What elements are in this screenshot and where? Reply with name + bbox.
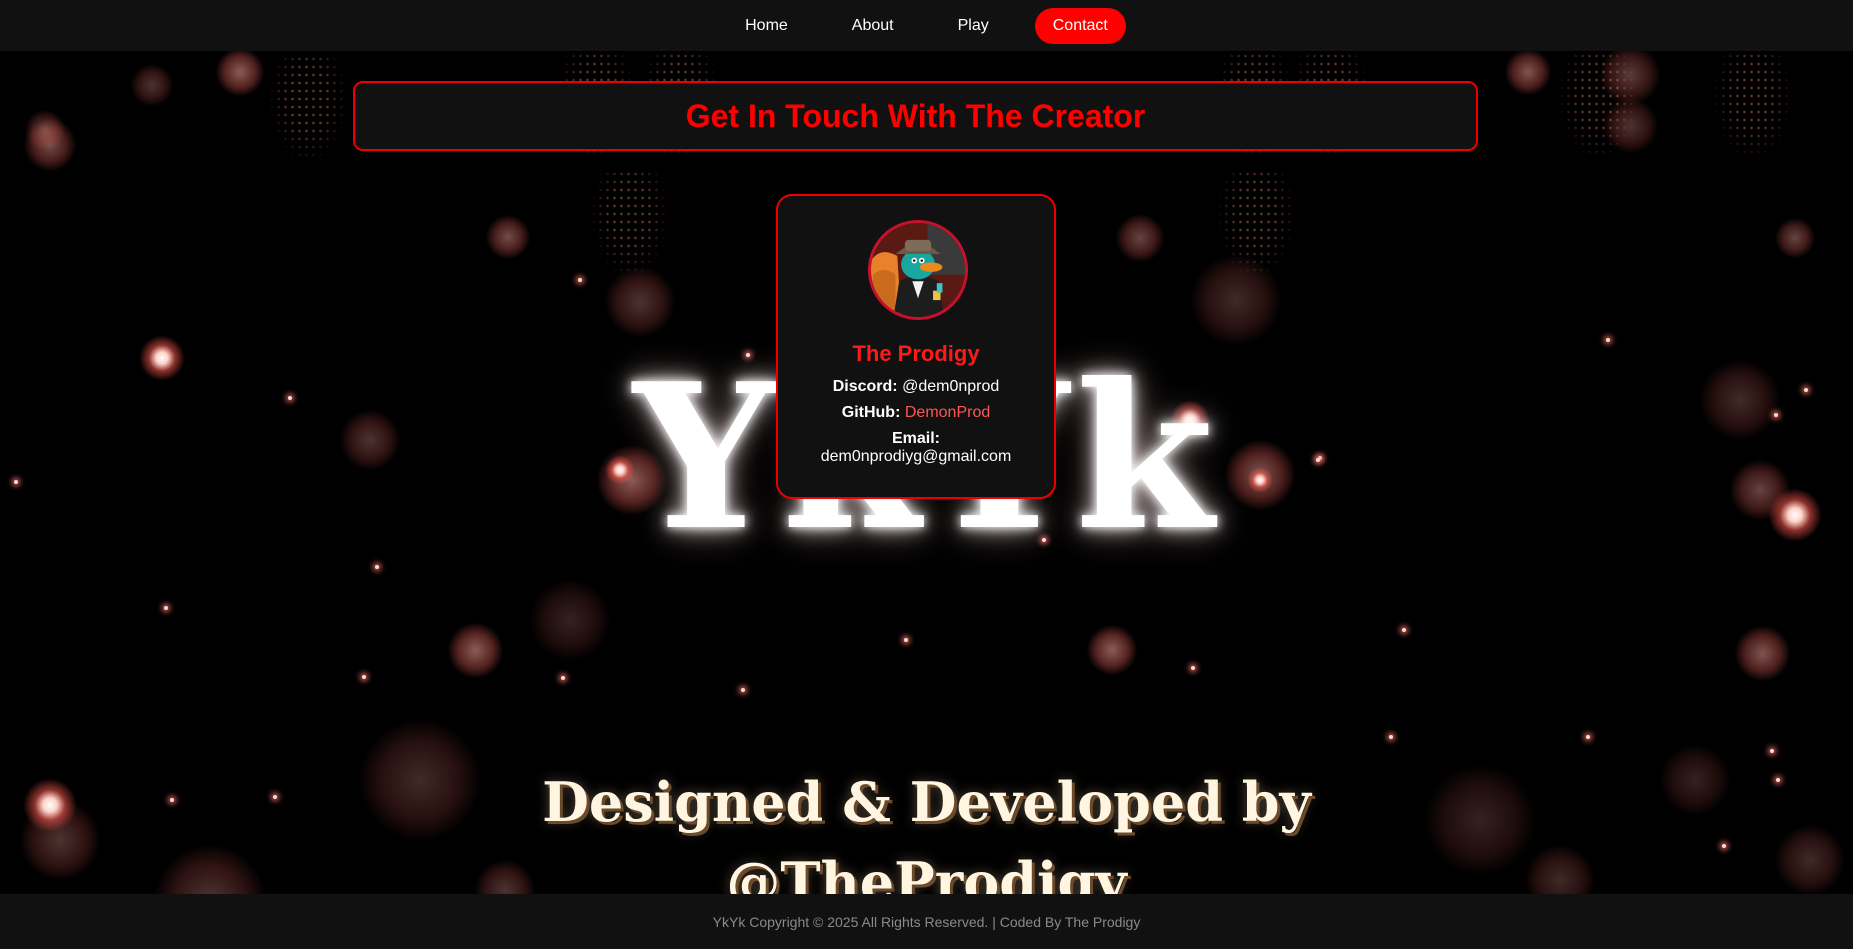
discord-value: @dem0nprod [902, 378, 1000, 395]
bokeh-orb [1505, 49, 1551, 95]
bokeh-orb [131, 64, 173, 106]
discord-label: Discord: [832, 378, 898, 395]
discord-row: Discord: @dem0nprod [778, 378, 1054, 396]
bokeh-orb [1734, 625, 1790, 681]
particle-cluster [1713, 52, 1793, 162]
email-row: Email: dem0nprodiyg@gmail.com [778, 430, 1054, 466]
twinkle-star [1402, 628, 1406, 632]
twinkle-star [1586, 735, 1590, 739]
twinkle-star [1191, 666, 1195, 670]
bokeh-orb [1116, 214, 1164, 262]
particle-cluster [268, 55, 348, 165]
footer-copyright: YkYk Copyright © 2025 All Rights Reserve… [712, 913, 1141, 930]
github-link[interactable]: DemonProd [905, 404, 990, 421]
email-value: dem0nprodiyg@gmail.com [820, 448, 1012, 465]
bokeh-orb [486, 215, 530, 259]
nav-about-link[interactable]: About [834, 8, 912, 44]
particle-cluster [1558, 52, 1638, 162]
email-label: Email: [891, 430, 940, 447]
bokeh-orb [216, 48, 264, 96]
bokeh-orb [25, 110, 65, 150]
twinkle-star [741, 688, 745, 692]
particle-cluster [1216, 170, 1296, 280]
creator-name: The Prodigy [852, 341, 980, 366]
top-navbar: Home About Play Contact [0, 0, 1853, 51]
page-title: Get In Touch With The Creator [685, 97, 1146, 134]
credit-line-1: Designed & Developed by [542, 770, 1311, 834]
twinkle-star [1770, 749, 1774, 753]
creator-profile-card: The Prodigy Discord: @dem0nprod GitHub: … [776, 194, 1056, 499]
bokeh-orb [447, 622, 503, 678]
perry-the-platypus-avatar-icon [871, 223, 965, 317]
twinkle-star [578, 278, 582, 282]
bokeh-orb [530, 580, 610, 660]
twinkle-star [164, 606, 168, 610]
bokeh-orb [1087, 625, 1137, 675]
particle-cluster [590, 170, 670, 280]
contact-banner: Get In Touch With The Creator [353, 81, 1478, 151]
twinkle-star [904, 638, 908, 642]
page-footer: YkYk Copyright © 2025 All Rights Reserve… [0, 894, 1853, 949]
twinkle-star [362, 675, 366, 679]
github-row: GitHub: DemonProd [778, 404, 1054, 422]
bokeh-orb [1775, 218, 1815, 258]
twinkle-star [1389, 735, 1393, 739]
github-label: GitHub: [841, 404, 901, 421]
nav-home-link[interactable]: Home [727, 8, 806, 44]
nav-contact-link[interactable]: Contact [1034, 7, 1126, 44]
nav-play-link[interactable]: Play [940, 8, 1007, 44]
creator-avatar [868, 220, 968, 320]
twinkle-star [561, 676, 565, 680]
